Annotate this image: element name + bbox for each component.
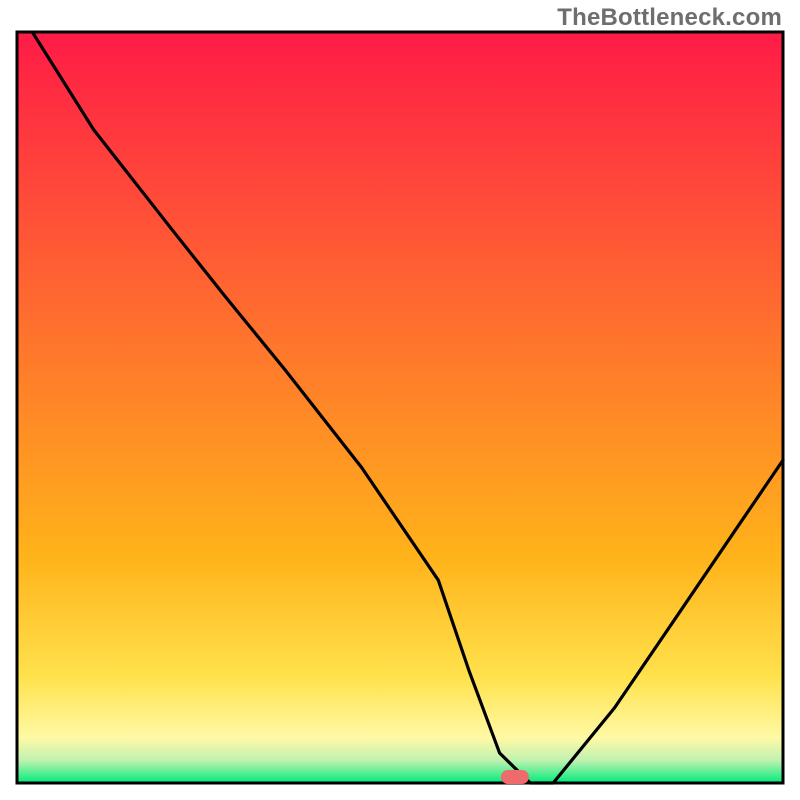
watermark-text: TheBottleneck.com (557, 4, 782, 32)
optimal-point-marker (501, 770, 529, 784)
chart-container: TheBottleneck.com (0, 0, 800, 800)
bottleneck-chart (0, 0, 800, 800)
gradient-background (17, 32, 783, 783)
